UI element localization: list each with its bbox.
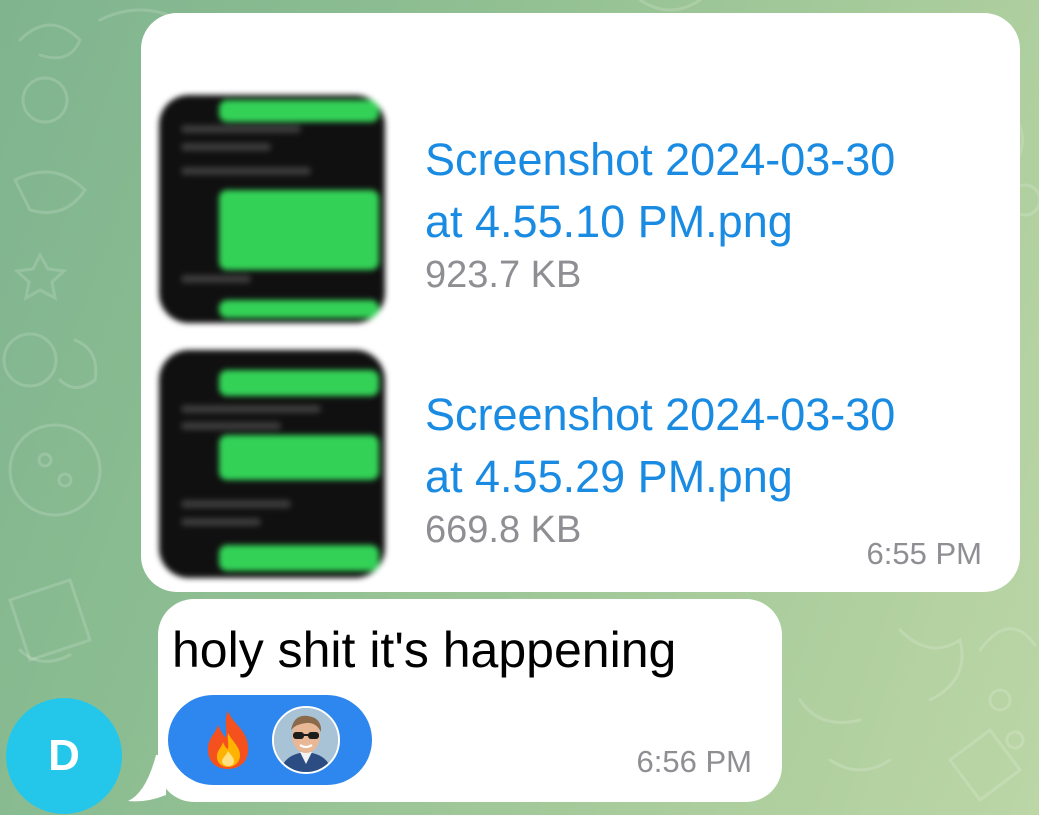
message-timestamp: 6:55 PM bbox=[866, 536, 982, 571]
message-timestamp: 6:56 PM bbox=[636, 744, 752, 779]
sender-avatar[interactable]: D bbox=[6, 698, 122, 814]
file-size: 669.8 KB bbox=[425, 509, 582, 551]
file-size: 923.7 KB bbox=[425, 254, 582, 296]
file-thumbnail[interactable] bbox=[159, 95, 385, 323]
reaction-pill[interactable] bbox=[168, 695, 372, 785]
text-message-bubble[interactable]: holy shit it's happening 6:56 PM bbox=[158, 599, 782, 802]
file-name-link[interactable]: Screenshot 2024-03-30 at 4.55.10 PM.png bbox=[425, 129, 1015, 253]
fire-icon bbox=[207, 711, 249, 769]
reactor-avatar[interactable] bbox=[272, 706, 340, 774]
file-thumbnail[interactable] bbox=[159, 350, 385, 578]
message-text: holy shit it's happening bbox=[172, 622, 677, 678]
file-attachment-1[interactable]: Screenshot 2024-03-30 at 4.55.10 PM.png … bbox=[159, 95, 999, 325]
file-name-link[interactable]: Screenshot 2024-03-30 at 4.55.29 PM.png bbox=[425, 384, 1015, 508]
file-message-bubble[interactable]: Screenshot 2024-03-30 at 4.55.10 PM.png … bbox=[141, 13, 1020, 592]
user-avatar-photo bbox=[274, 708, 338, 772]
